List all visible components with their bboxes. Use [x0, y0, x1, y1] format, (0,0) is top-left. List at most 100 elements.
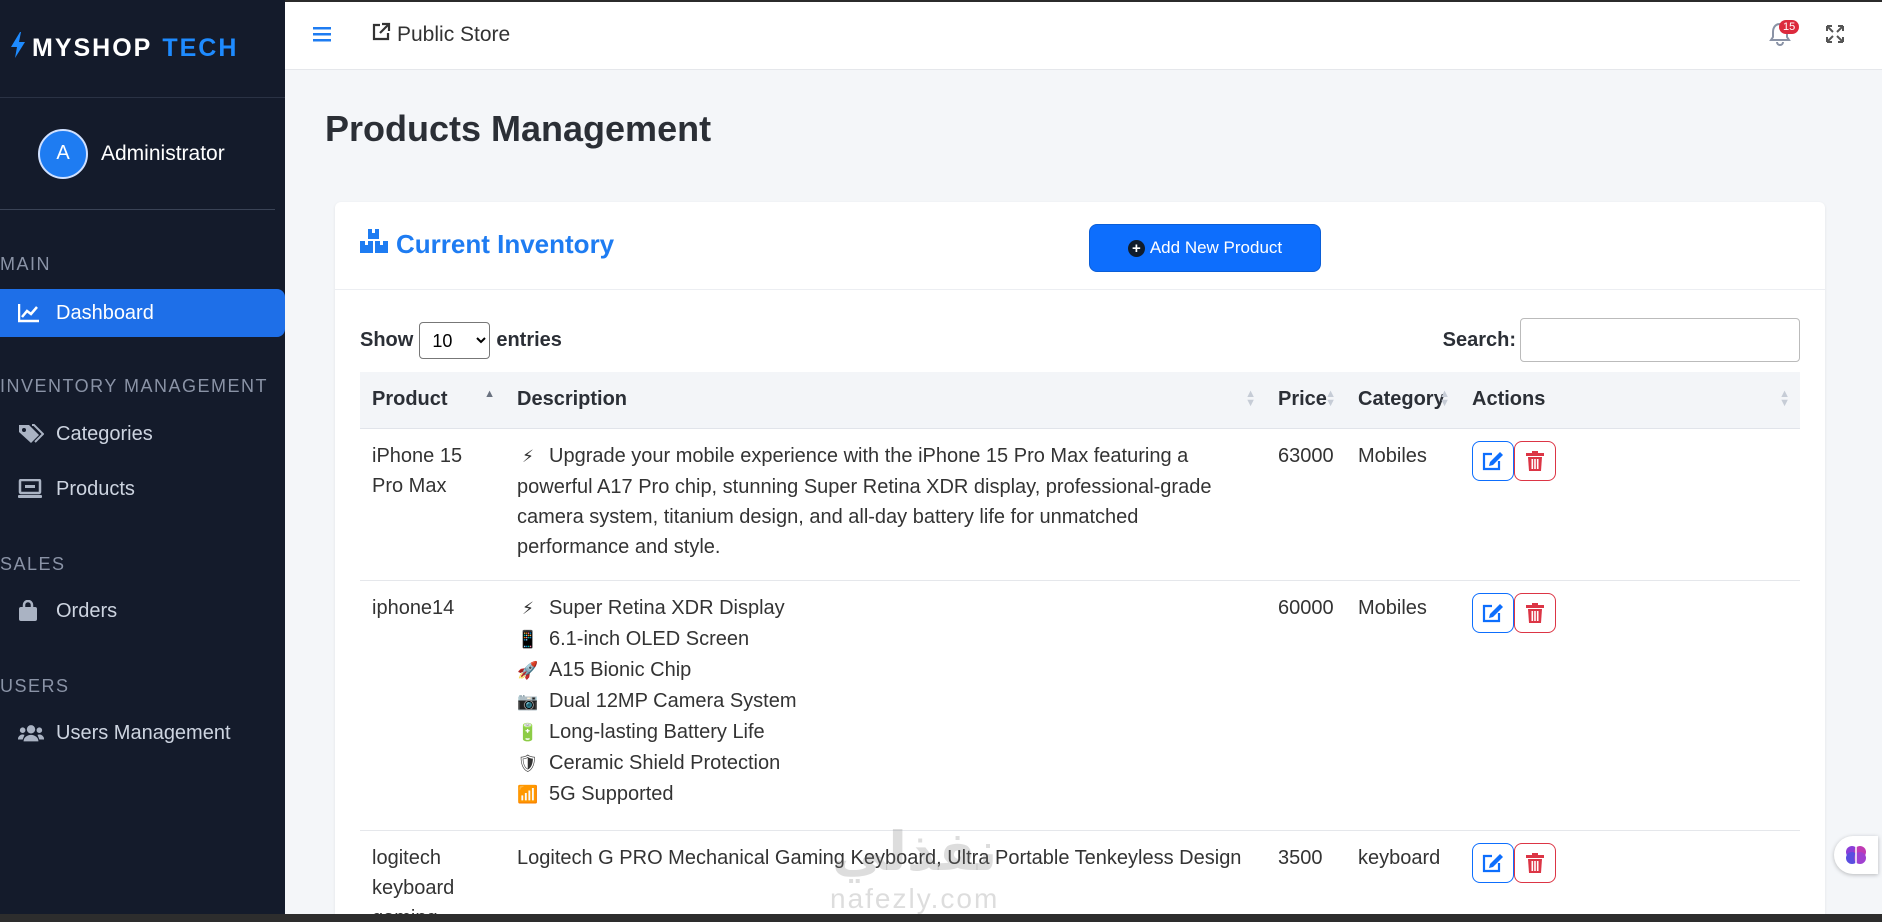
plus-circle-icon: + [1127, 239, 1145, 257]
public-store-label: Public Store [397, 23, 511, 46]
products-table: Product ▲ Description ▲ ▼ Price ▲ ▼ Category ▲… [360, 372, 1800, 914]
emoji-icon: 🚀 [517, 660, 539, 680]
table-header-row: Product ▲ Description ▲ ▼ Price ▲ ▼ Category ▲… [360, 372, 1800, 429]
description-text: Upgrade your mobile experience with the … [517, 444, 1212, 558]
cell-actions [1460, 830, 1800, 914]
inventory-card: Current Inventory + Add New Product Show… [335, 202, 1825, 914]
emoji-icon: ⚡ [522, 446, 534, 466]
column-header-category[interactable]: Category ▲ ▼ [1346, 372, 1460, 429]
edit-icon [1482, 853, 1503, 872]
shopping-bag-icon [18, 600, 44, 622]
cell-description: Logitech G PRO Mechanical Gaming Keyboar… [505, 830, 1266, 914]
column-header-price[interactable]: Price ▲ ▼ [1266, 372, 1346, 429]
public-store-link[interactable]: Public Store [371, 22, 510, 48]
card-header: Current Inventory + Add New Product [335, 202, 1825, 290]
column-header-label: Category [1358, 388, 1445, 411]
feature-text: Super Retina XDR Display [549, 596, 785, 619]
hamburger-menu-icon[interactable] [313, 26, 331, 47]
cell-price: 63000 [1266, 428, 1346, 581]
section-label-users: USERS [0, 676, 70, 696]
card-title: Current Inventory [360, 228, 614, 261]
trash-icon [1526, 602, 1544, 623]
feature-line: 🛡 Ceramic Shield Protection [517, 748, 1254, 779]
emoji-icon: ⚡ [522, 598, 534, 618]
cell-description: ⚡ Super Retina XDR Display 📱 6.1-inch OLED… [505, 580, 1266, 831]
sidebar-item-products[interactable]: Products [0, 465, 285, 513]
user-panel: A Administrator [0, 98, 275, 210]
emoji-icon: 📷 [517, 691, 539, 711]
search-input[interactable] [1520, 318, 1800, 362]
sidebar: MYSHOP TECH A Administrator MAIN Dashboa… [0, 0, 285, 914]
page-size-select[interactable]: 10 [419, 322, 491, 359]
sidebar-item-dashboard[interactable]: Dashboard [0, 289, 285, 337]
delete-button[interactable] [1514, 440, 1556, 481]
tags-icon [18, 423, 44, 445]
table-row: logitech keyboard gaming Logitech G PRO … [360, 830, 1800, 914]
sort-icon: ▲ ▼ [1245, 388, 1256, 409]
feature-line: 📷 Dual 12MP Camera System [517, 686, 1254, 717]
column-header-label: Description [517, 388, 628, 411]
edit-button[interactable] [1472, 592, 1514, 633]
feature-text: A15 Bionic Chip [549, 658, 692, 681]
page-title: Products Management [325, 108, 712, 149]
edit-button[interactable] [1472, 842, 1514, 883]
sort-icon: ▲ [484, 388, 495, 400]
emoji-icon: 📱 [517, 629, 539, 649]
main-content: Products Management Current Inventory + … [285, 70, 1882, 914]
brain-icon [1846, 846, 1866, 864]
column-header-label: Product [372, 388, 448, 411]
feature-line: 🚀 A15 Bionic Chip [517, 655, 1254, 686]
cell-category: Mobiles [1346, 428, 1460, 581]
delete-button[interactable] [1514, 842, 1556, 883]
bolt-icon [10, 32, 26, 65]
sidebar-item-users-management[interactable]: Users Management [0, 709, 285, 757]
sort-icon: ▲ ▼ [1779, 388, 1790, 409]
laptop-icon [18, 479, 44, 499]
top-navbar: Public Store 15 [285, 2, 1882, 70]
column-header-product[interactable]: Product ▲ [360, 372, 505, 429]
entries-label: entries [496, 329, 562, 351]
user-name: Administrator [101, 141, 225, 165]
sidebar-item-orders[interactable]: Orders [0, 587, 285, 635]
sidebar-item-categories[interactable]: Categories [0, 410, 285, 458]
sidebar-item-label: Users Management [56, 721, 231, 744]
delete-button[interactable] [1514, 592, 1556, 633]
feature-line: 📶 5G Supported [517, 779, 1254, 810]
ai-assistant-button[interactable] [1834, 836, 1878, 874]
brand-logo[interactable]: MYSHOP TECH [0, 0, 285, 98]
show-label: Show [360, 329, 414, 351]
brand-name-part2: TECH [162, 34, 239, 62]
cell-product: iPhone 15 Pro Max [360, 428, 505, 581]
brand-name-part1: MYSHOP [32, 34, 153, 62]
edit-button[interactable] [1472, 440, 1514, 481]
search-label: Search: [1442, 328, 1516, 351]
emoji-icon: 📶 [517, 784, 539, 804]
table-row: iphone14 ⚡ Super Retina XDR Display 📱 6.1-… [360, 580, 1800, 831]
cell-actions [1460, 428, 1800, 581]
column-header-description[interactable]: Description ▲ ▼ [505, 372, 1266, 429]
add-new-product-label: Add New Product [1149, 238, 1283, 257]
column-header-actions[interactable]: Actions ▲ ▼ [1460, 372, 1800, 429]
window-bottom-edge [0, 914, 1882, 922]
table-controls: Show 10 entries Search: [360, 316, 1800, 362]
emoji-icon: 🔋 [517, 722, 539, 742]
cell-product: iphone14 [360, 580, 505, 831]
feature-text: Ceramic Shield Protection [549, 751, 781, 774]
feature-line: ⚡ Super Retina XDR Display [517, 593, 1254, 624]
sort-icon: ▲ ▼ [1439, 388, 1450, 409]
cell-category: Mobiles [1346, 580, 1460, 831]
sidebar-item-label: Orders [56, 599, 118, 622]
sidebar-item-label: Products [56, 477, 135, 500]
notification-badge: 15 [1779, 20, 1800, 34]
sidebar-item-label: Categories [56, 422, 153, 445]
cell-price: 60000 [1266, 580, 1346, 831]
cell-price: 3500 [1266, 830, 1346, 914]
feature-line: 📱 6.1-inch OLED Screen [517, 624, 1254, 655]
trash-icon [1526, 450, 1544, 471]
add-new-product-button[interactable]: + Add New Product [1089, 224, 1321, 272]
avatar[interactable]: A [38, 128, 88, 179]
page-size-control: Show 10 entries [360, 322, 562, 359]
feature-text: Long-lasting Battery Life [549, 720, 765, 743]
fullscreen-expand-icon[interactable] [1825, 24, 1845, 49]
section-label-inventory: INVENTORY MANAGEMENT [0, 376, 269, 396]
